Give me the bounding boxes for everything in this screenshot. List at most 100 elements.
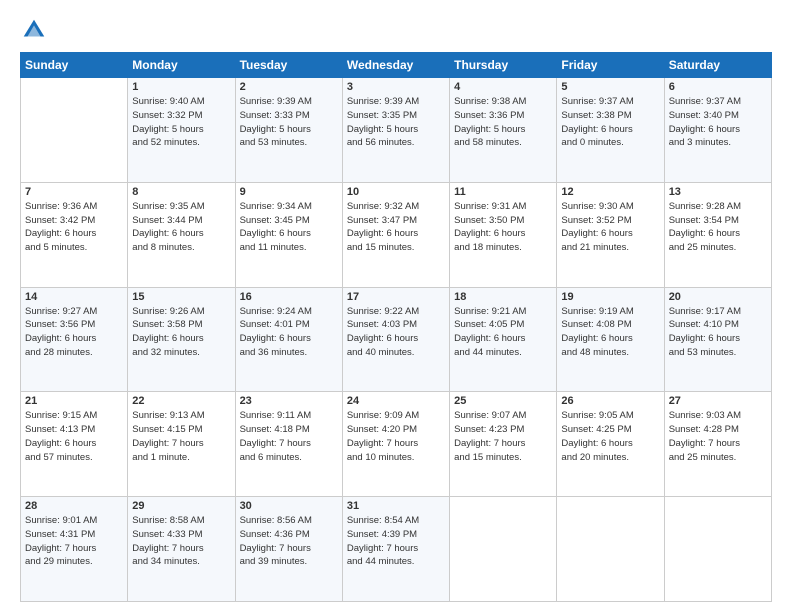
day-info: Sunrise: 9:35 AM Sunset: 3:44 PM Dayligh… (132, 200, 230, 255)
day-info: Sunrise: 9:07 AM Sunset: 4:23 PM Dayligh… (454, 409, 552, 464)
day-info: Sunrise: 9:15 AM Sunset: 4:13 PM Dayligh… (25, 409, 123, 464)
day-number: 5 (561, 81, 659, 93)
day-info: Sunrise: 9:09 AM Sunset: 4:20 PM Dayligh… (347, 409, 445, 464)
day-number: 20 (669, 291, 767, 303)
day-info: Sunrise: 9:31 AM Sunset: 3:50 PM Dayligh… (454, 200, 552, 255)
day-number: 1 (132, 81, 230, 93)
day-number: 16 (240, 291, 338, 303)
day-cell: 29 Sunrise: 8:58 AM Sunset: 4:33 PM Dayli… (128, 497, 235, 602)
day-number: 19 (561, 291, 659, 303)
logo-icon (20, 16, 48, 44)
day-info: Sunrise: 9:17 AM Sunset: 4:10 PM Dayligh… (669, 305, 767, 360)
day-cell (21, 78, 128, 183)
weekday-sunday: Sunday (21, 53, 128, 78)
day-cell: 21Sunrise: 9:15 AM Sunset: 4:13 PM Dayli… (21, 392, 128, 497)
day-number: 26 (561, 395, 659, 407)
day-number: 4 (454, 81, 552, 93)
day-number: 14 (25, 291, 123, 303)
day-info: Sunrise: 9:03 AM Sunset: 4:28 PM Dayligh… (669, 409, 767, 464)
day-cell: 17Sunrise: 9:22 AM Sunset: 4:03 PM Dayli… (342, 287, 449, 392)
day-cell: 24Sunrise: 9:09 AM Sunset: 4:20 PM Dayli… (342, 392, 449, 497)
day-cell: 12 Sunrise: 9:30 AM Sunset: 3:52 PM Dayli… (557, 182, 664, 287)
day-cell: 5 Sunrise: 9:37 AM Sunset: 3:38 PM Daylig… (557, 78, 664, 183)
day-number: 29 (132, 500, 230, 512)
day-number: 18 (454, 291, 552, 303)
day-cell: 8 Sunrise: 9:35 AM Sunset: 3:44 PM Daylig… (128, 182, 235, 287)
day-number: 7 (25, 186, 123, 198)
day-number: 27 (669, 395, 767, 407)
day-info: Sunrise: 8:54 AM Sunset: 4:39 PM Dayligh… (347, 514, 445, 569)
day-info: Sunrise: 9:01 AM Sunset: 4:31 PM Dayligh… (25, 514, 123, 569)
day-cell (664, 497, 771, 602)
weekday-friday: Friday (557, 53, 664, 78)
day-info: Sunrise: 9:26 AM Sunset: 3:58 PM Dayligh… (132, 305, 230, 360)
weekday-wednesday: Wednesday (342, 53, 449, 78)
page: SundayMondayTuesdayWednesdayThursdayFrid… (0, 0, 792, 612)
day-cell: 7 Sunrise: 9:36 AM Sunset: 3:42 PM Daylig… (21, 182, 128, 287)
day-cell (557, 497, 664, 602)
day-cell: 4 Sunrise: 9:38 AM Sunset: 3:36 PM Daylig… (450, 78, 557, 183)
day-number: 10 (347, 186, 445, 198)
week-row-4: 28 Sunrise: 9:01 AM Sunset: 4:31 PM Dayli… (21, 497, 772, 602)
day-number: 2 (240, 81, 338, 93)
day-info: Sunrise: 9:19 AM Sunset: 4:08 PM Dayligh… (561, 305, 659, 360)
day-info: Sunrise: 9:32 AM Sunset: 3:47 PM Dayligh… (347, 200, 445, 255)
day-cell: 28 Sunrise: 9:01 AM Sunset: 4:31 PM Dayli… (21, 497, 128, 602)
day-number: 6 (669, 81, 767, 93)
day-info: Sunrise: 9:40 AM Sunset: 3:32 PM Dayligh… (132, 95, 230, 150)
weekday-saturday: Saturday (664, 53, 771, 78)
day-cell: 2Sunrise: 9:39 AM Sunset: 3:33 PM Daylig… (235, 78, 342, 183)
week-row-1: 7 Sunrise: 9:36 AM Sunset: 3:42 PM Daylig… (21, 182, 772, 287)
day-number: 23 (240, 395, 338, 407)
day-info: Sunrise: 8:56 AM Sunset: 4:36 PM Dayligh… (240, 514, 338, 569)
calendar: SundayMondayTuesdayWednesdayThursdayFrid… (20, 52, 772, 602)
day-cell: 6Sunrise: 9:37 AM Sunset: 3:40 PM Daylig… (664, 78, 771, 183)
header (20, 16, 772, 44)
day-cell: 25 Sunrise: 9:07 AM Sunset: 4:23 PM Dayli… (450, 392, 557, 497)
weekday-monday: Monday (128, 53, 235, 78)
day-cell: 15Sunrise: 9:26 AM Sunset: 3:58 PM Dayli… (128, 287, 235, 392)
day-cell: 30 Sunrise: 8:56 AM Sunset: 4:36 PM Dayli… (235, 497, 342, 602)
day-info: Sunrise: 9:30 AM Sunset: 3:52 PM Dayligh… (561, 200, 659, 255)
calendar-body: 1 Sunrise: 9:40 AM Sunset: 3:32 PM Daylig… (21, 78, 772, 602)
week-row-2: 14 Sunrise: 9:27 AM Sunset: 3:56 PM Dayli… (21, 287, 772, 392)
day-cell: 11Sunrise: 9:31 AM Sunset: 3:50 PM Dayli… (450, 182, 557, 287)
day-number: 8 (132, 186, 230, 198)
day-cell: 18 Sunrise: 9:21 AM Sunset: 4:05 PM Dayli… (450, 287, 557, 392)
day-info: Sunrise: 9:11 AM Sunset: 4:18 PM Dayligh… (240, 409, 338, 464)
day-cell: 16 Sunrise: 9:24 AM Sunset: 4:01 PM Dayli… (235, 287, 342, 392)
day-info: Sunrise: 9:38 AM Sunset: 3:36 PM Dayligh… (454, 95, 552, 150)
day-info: Sunrise: 9:27 AM Sunset: 3:56 PM Dayligh… (25, 305, 123, 360)
day-cell: 20 Sunrise: 9:17 AM Sunset: 4:10 PM Dayli… (664, 287, 771, 392)
day-info: Sunrise: 9:05 AM Sunset: 4:25 PM Dayligh… (561, 409, 659, 464)
day-info: Sunrise: 9:21 AM Sunset: 4:05 PM Dayligh… (454, 305, 552, 360)
day-cell: 1 Sunrise: 9:40 AM Sunset: 3:32 PM Daylig… (128, 78, 235, 183)
day-number: 12 (561, 186, 659, 198)
weekday-tuesday: Tuesday (235, 53, 342, 78)
day-info: Sunrise: 9:36 AM Sunset: 3:42 PM Dayligh… (25, 200, 123, 255)
day-number: 3 (347, 81, 445, 93)
day-info: Sunrise: 8:58 AM Sunset: 4:33 PM Dayligh… (132, 514, 230, 569)
day-number: 28 (25, 500, 123, 512)
day-cell: 14 Sunrise: 9:27 AM Sunset: 3:56 PM Dayli… (21, 287, 128, 392)
day-info: Sunrise: 9:13 AM Sunset: 4:15 PM Dayligh… (132, 409, 230, 464)
day-info: Sunrise: 9:39 AM Sunset: 3:35 PM Dayligh… (347, 95, 445, 150)
day-cell: 27 Sunrise: 9:03 AM Sunset: 4:28 PM Dayli… (664, 392, 771, 497)
day-cell: 10 Sunrise: 9:32 AM Sunset: 3:47 PM Dayli… (342, 182, 449, 287)
day-number: 22 (132, 395, 230, 407)
day-cell: 23 Sunrise: 9:11 AM Sunset: 4:18 PM Dayli… (235, 392, 342, 497)
day-number: 31 (347, 500, 445, 512)
day-info: Sunrise: 9:24 AM Sunset: 4:01 PM Dayligh… (240, 305, 338, 360)
day-info: Sunrise: 9:37 AM Sunset: 3:38 PM Dayligh… (561, 95, 659, 150)
logo (20, 16, 52, 44)
day-number: 30 (240, 500, 338, 512)
day-cell: 31 Sunrise: 8:54 AM Sunset: 4:39 PM Dayli… (342, 497, 449, 602)
day-cell: 19 Sunrise: 9:19 AM Sunset: 4:08 PM Dayli… (557, 287, 664, 392)
week-row-3: 21Sunrise: 9:15 AM Sunset: 4:13 PM Dayli… (21, 392, 772, 497)
day-cell: 9Sunrise: 9:34 AM Sunset: 3:45 PM Daylig… (235, 182, 342, 287)
day-cell: 22 Sunrise: 9:13 AM Sunset: 4:15 PM Dayli… (128, 392, 235, 497)
day-number: 13 (669, 186, 767, 198)
day-number: 25 (454, 395, 552, 407)
day-cell: 13Sunrise: 9:28 AM Sunset: 3:54 PM Dayli… (664, 182, 771, 287)
day-cell: 26 Sunrise: 9:05 AM Sunset: 4:25 PM Dayli… (557, 392, 664, 497)
